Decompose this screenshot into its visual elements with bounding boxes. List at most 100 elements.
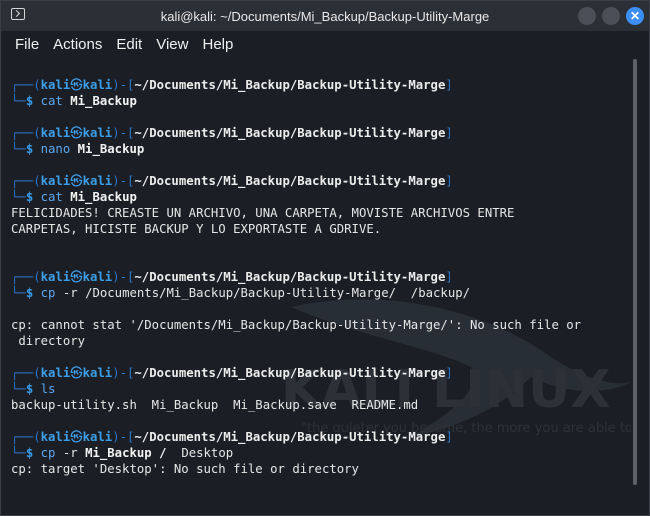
prompt-host: kali: [82, 366, 113, 380]
prompt-line: ┌──(kali㉿kali)-[~/Documents/Mi_Backup/Ba…: [11, 125, 453, 141]
minimize-button[interactable]: [578, 7, 596, 25]
prompt-line: ┌──(kali㉿kali)-[~/Documents/Mi_Backup/Ba…: [11, 77, 453, 93]
output-line: FELICIDADES! CREASTE UN ARCHIVO, UNA CAR…: [11, 206, 515, 220]
prompt-path: ~/Documents/Mi_Backup/Backup-Utility-Mar…: [134, 126, 446, 140]
prompt-corner: └─: [11, 142, 26, 156]
command-arg: -r: [62, 286, 78, 300]
prompt-host: kali: [82, 430, 113, 444]
close-button[interactable]: ✕: [626, 7, 644, 25]
prompt-box-open: ┌──(: [11, 270, 41, 284]
window-title: kali@kali: ~/Documents/Mi_Backup/Backup-…: [160, 8, 490, 24]
command-name: ls: [40, 382, 56, 396]
prompt-box-close: ]: [445, 174, 453, 188]
prompt-dollar: $: [25, 190, 34, 204]
prompt-box-open: ┌──(: [11, 430, 41, 444]
prompt-box-close: ]: [445, 126, 453, 140]
prompt-line: ┌──(kali㉿kali)-[~/Documents/Mi_Backup/Ba…: [11, 365, 453, 381]
prompt-box-mid: )-[: [112, 366, 135, 380]
prompt-user: kali: [40, 430, 71, 444]
prompt-host: kali: [82, 78, 113, 92]
prompt-user: kali: [40, 126, 71, 140]
command-line: └─$ cat Mi_Backup: [11, 189, 137, 205]
prompt-host: kali: [82, 174, 113, 188]
prompt-at-symbol: ㉿: [70, 78, 83, 92]
prompt-path: ~/Documents/Mi_Backup/Backup-Utility-Mar…: [134, 366, 446, 380]
prompt-line: ┌──(kali㉿kali)-[~/Documents/Mi_Backup/Ba…: [11, 173, 453, 189]
prompt-box-open: ┌──(: [11, 366, 41, 380]
prompt-corner: └─: [11, 94, 26, 108]
output-line: directory: [11, 334, 86, 348]
title-bar[interactable]: kali@kali: ~/Documents/Mi_Backup/Backup-…: [1, 1, 649, 31]
command-name: cp: [40, 446, 56, 460]
prompt-box-close: ]: [445, 78, 453, 92]
command-name: cat: [40, 94, 63, 108]
command-line: └─$ cp -r /Documents/Mi_Backup/Backup-Ut…: [11, 285, 470, 301]
prompt-host: kali: [82, 270, 113, 284]
command-arg: Desktop: [181, 446, 234, 460]
prompt-box-open: ┌──(: [11, 126, 41, 140]
prompt-user: kali: [40, 174, 71, 188]
prompt-path: ~/Documents/Mi_Backup/Backup-Utility-Mar…: [134, 78, 446, 92]
command-line: └─$ cp -r Mi_Backup / Desktop: [11, 445, 233, 461]
prompt-line: ┌──(kali㉿kali)-[~/Documents/Mi_Backup/Ba…: [11, 269, 453, 285]
prompt-dollar: $: [25, 94, 34, 108]
prompt-corner: └─: [11, 446, 26, 460]
prompt-box-close: ]: [445, 270, 453, 284]
prompt-user: kali: [40, 270, 71, 284]
menu-edit[interactable]: Edit: [116, 36, 142, 53]
prompt-box-mid: )-[: [112, 174, 135, 188]
prompt-user: kali: [40, 78, 71, 92]
output-line: cp: target 'Desktop': No such file or di…: [11, 462, 359, 476]
prompt-dollar: $: [25, 382, 34, 396]
command-arg: Mi_Backup: [70, 94, 137, 108]
prompt-box-mid: )-[: [112, 430, 135, 444]
output-line: cp: cannot stat '/Documents/Mi_Backup/Ba…: [11, 318, 582, 332]
menu-view[interactable]: View: [156, 36, 188, 53]
command-arg: /Documents/Mi_Backup/Backup-Utility-Marg…: [85, 286, 471, 300]
output-line: backup-utility.sh Mi_Backup Mi_Backup.sa…: [11, 398, 419, 412]
prompt-box-close: ]: [445, 366, 453, 380]
prompt-user: kali: [40, 366, 71, 380]
output-line: CARPETAS, HICISTE BACKUP Y LO EXPORTASTE…: [11, 222, 382, 236]
terminal-window: kali@kali: ~/Documents/Mi_Backup/Backup-…: [0, 0, 650, 516]
prompt-path: ~/Documents/Mi_Backup/Backup-Utility-Mar…: [134, 174, 446, 188]
prompt-box-open: ┌──(: [11, 78, 41, 92]
prompt-corner: └─: [11, 382, 26, 396]
prompt-box-mid: )-[: [112, 78, 135, 92]
scrollbar[interactable]: [633, 59, 637, 485]
menu-help[interactable]: Help: [202, 36, 233, 53]
command-line: └─$ ls: [11, 381, 55, 397]
prompt-at-symbol: ㉿: [70, 366, 83, 380]
prompt-dollar: $: [25, 446, 34, 460]
menu-file[interactable]: File: [15, 36, 39, 53]
prompt-at-symbol: ㉿: [70, 270, 83, 284]
command-arg: Mi_Backup /: [85, 446, 174, 460]
prompt-at-symbol: ㉿: [70, 174, 83, 188]
prompt-box-open: ┌──(: [11, 174, 41, 188]
maximize-button[interactable]: [602, 7, 620, 25]
prompt-line: ┌──(kali㉿kali)-[~/Documents/Mi_Backup/Ba…: [11, 429, 453, 445]
prompt-dollar: $: [25, 142, 34, 156]
prompt-at-symbol: ㉿: [70, 126, 83, 140]
prompt-dollar: $: [25, 286, 34, 300]
command-line: └─$ cat Mi_Backup: [11, 93, 137, 109]
prompt-corner: └─: [11, 286, 26, 300]
prompt-box-mid: )-[: [112, 270, 135, 284]
prompt-path: ~/Documents/Mi_Backup/Backup-Utility-Mar…: [134, 270, 446, 284]
terminal-output[interactable]: KALI LINUX "the quieter you become, the …: [1, 57, 631, 515]
command-arg: Mi_Backup: [77, 142, 145, 156]
prompt-at-symbol: ㉿: [70, 430, 83, 444]
command-name: cat: [40, 190, 63, 204]
menu-actions[interactable]: Actions: [53, 36, 102, 53]
command-line: └─$ nano Mi_Backup: [11, 141, 144, 157]
terminal-icon: [11, 8, 25, 20]
prompt-box-mid: )-[: [112, 126, 135, 140]
command-name: cp: [40, 286, 56, 300]
menu-bar: File Actions Edit View Help: [1, 31, 649, 57]
prompt-corner: └─: [11, 190, 26, 204]
command-arg: -r: [62, 446, 78, 460]
command-arg: Mi_Backup: [70, 190, 137, 204]
prompt-path: ~/Documents/Mi_Backup/Backup-Utility-Mar…: [134, 430, 446, 444]
prompt-host: kali: [82, 126, 113, 140]
prompt-box-close: ]: [445, 430, 453, 444]
